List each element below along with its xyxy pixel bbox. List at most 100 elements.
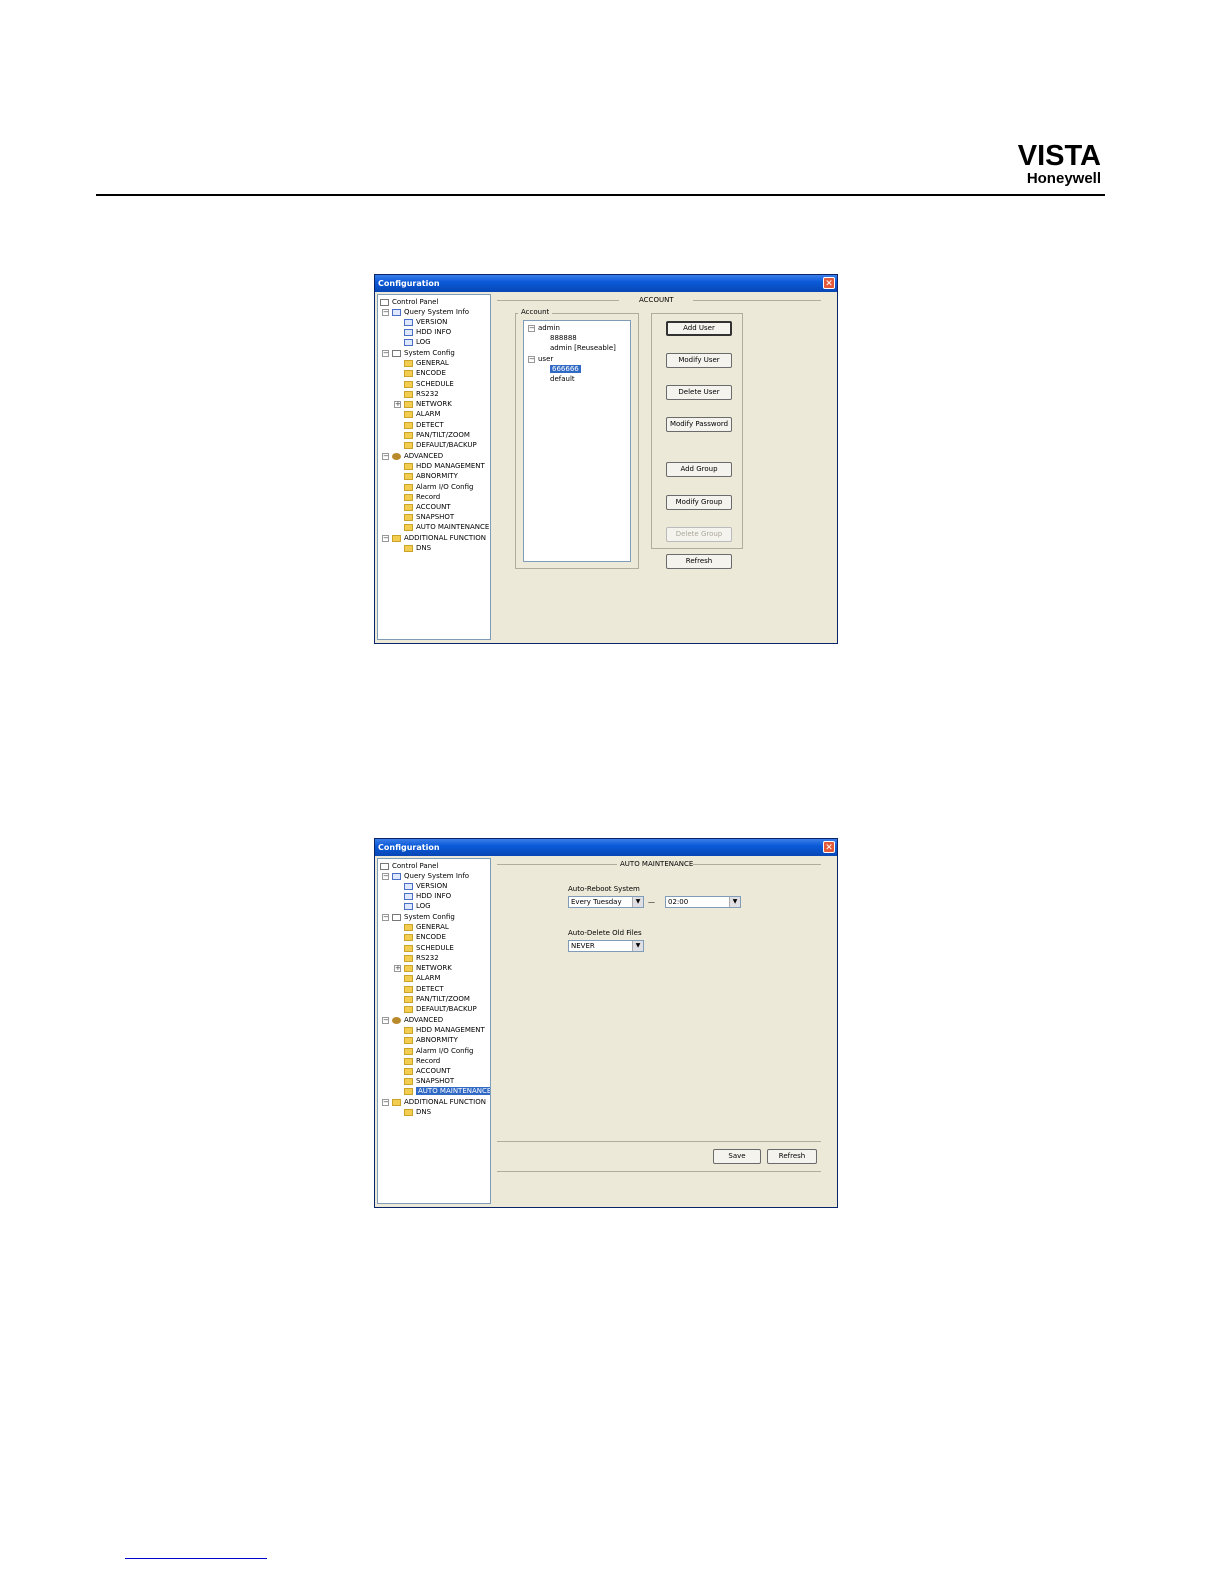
tree-rs232[interactable]: RS232 (404, 389, 439, 399)
tree-advanced[interactable]: ADVANCED (392, 451, 443, 461)
tree-log[interactable]: LOG (404, 901, 431, 911)
reboot-day-select[interactable]: Every Tuesday ▼ (568, 896, 644, 908)
folder-icon (404, 544, 413, 552)
tree-detect[interactable]: DETECT (404, 420, 444, 430)
refresh-button[interactable]: Refresh (767, 1149, 817, 1164)
tree-encode[interactable]: ENCODE (404, 932, 446, 942)
collapse-icon[interactable]: − (528, 325, 535, 332)
expand-icon[interactable]: + (394, 401, 401, 408)
footer-rule-top (497, 1141, 821, 1142)
account-user-666666[interactable]: 666666 (550, 364, 581, 374)
tree-account[interactable]: ACCOUNT (404, 1066, 451, 1076)
tree-alarm-io[interactable]: Alarm I/O Config (404, 482, 473, 492)
tree-advanced[interactable]: ADVANCED (392, 1015, 443, 1025)
account-list[interactable]: − admin 888888 admin [Reuseable] − user … (523, 320, 631, 562)
tree-hdd-info[interactable]: HDD INFO (404, 891, 451, 901)
folder-icon (404, 1108, 413, 1116)
vista-honeywell-logo: VISTA Honeywell (1018, 141, 1101, 187)
save-button[interactable]: Save (713, 1149, 761, 1164)
tree-version[interactable]: VERSION (404, 881, 447, 891)
expand-icon[interactable]: + (394, 965, 401, 972)
tree-control-panel[interactable]: Control Panel (380, 861, 438, 871)
tree-general[interactable]: GENERAL (404, 922, 449, 932)
tree-encode[interactable]: ENCODE (404, 368, 446, 378)
account-admin-reusable[interactable]: admin [Reuseable] (550, 343, 616, 353)
tools-icon (392, 349, 401, 357)
tree-system-config[interactable]: System Config (392, 912, 455, 922)
refresh-button[interactable]: Refresh (666, 554, 732, 569)
close-icon[interactable]: ✕ (823, 841, 835, 853)
tree-schedule[interactable]: SCHEDULE (404, 943, 454, 953)
tree-query-system-info[interactable]: Query System Info (392, 307, 469, 317)
folder-icon (404, 359, 413, 367)
account-admin-888888[interactable]: 888888 (550, 333, 577, 343)
tree-record[interactable]: Record (404, 1056, 440, 1066)
tree-additional-function[interactable]: ADDITIONAL FUNCTION (392, 533, 486, 543)
collapse-icon[interactable]: − (382, 1017, 389, 1024)
tree-default-backup[interactable]: DEFAULT/BACKUP (404, 440, 477, 450)
tree-snapshot[interactable]: SNAPSHOT (404, 1076, 454, 1086)
modify-user-button[interactable]: Modify User (666, 353, 732, 368)
collapse-icon[interactable]: − (382, 914, 389, 921)
collapse-icon[interactable]: − (382, 453, 389, 460)
tree-schedule[interactable]: SCHEDULE (404, 379, 454, 389)
collapse-icon[interactable]: − (528, 356, 535, 363)
config-window-auto-maintenance: Configuration ✕ Control Panel − Query Sy… (374, 838, 838, 1208)
tree-ptz[interactable]: PAN/TILT/ZOOM (404, 994, 470, 1004)
tree-additional-function[interactable]: ADDITIONAL FUNCTION (392, 1097, 486, 1107)
tree-record[interactable]: Record (404, 492, 440, 502)
tree-alarm-io[interactable]: Alarm I/O Config (404, 1046, 473, 1056)
tree-account[interactable]: ACCOUNT (404, 502, 451, 512)
collapse-icon[interactable]: − (382, 1099, 389, 1106)
tree-dns[interactable]: DNS (404, 1107, 431, 1117)
modify-group-button[interactable]: Modify Group (666, 495, 732, 510)
delete-user-button[interactable]: Delete User (666, 385, 732, 400)
folder-icon (404, 933, 413, 941)
tree-hdd-info[interactable]: HDD INFO (404, 327, 451, 337)
tree-dns[interactable]: DNS (404, 543, 431, 553)
folder-icon (404, 1047, 413, 1055)
tree-alarm[interactable]: ALARM (404, 409, 441, 419)
tree-abnormity[interactable]: ABNORMITY (404, 1035, 458, 1045)
tree-detect[interactable]: DETECT (404, 984, 444, 994)
auto-delete-select[interactable]: NEVER ▼ (568, 940, 644, 952)
tree-rs232[interactable]: RS232 (404, 953, 439, 963)
collapse-icon[interactable]: − (382, 873, 389, 880)
tree-snapshot[interactable]: SNAPSHOT (404, 512, 454, 522)
tree-query-system-info[interactable]: Query System Info (392, 871, 469, 881)
tree-alarm[interactable]: ALARM (404, 973, 441, 983)
tree-network[interactable]: NETWORK (404, 963, 452, 973)
account-admin[interactable]: admin (538, 323, 560, 333)
tree-abnormity[interactable]: ABNORMITY (404, 471, 458, 481)
modify-password-button[interactable]: Modify Password (666, 417, 732, 432)
control-panel-icon (380, 298, 389, 306)
info-icon (392, 308, 401, 316)
gear-icon (392, 1016, 401, 1024)
tree-system-config[interactable]: System Config (392, 348, 455, 358)
tree-version[interactable]: VERSION (404, 317, 447, 327)
collapse-icon[interactable]: − (382, 535, 389, 542)
add-group-button[interactable]: Add Group (666, 462, 732, 477)
tree-network[interactable]: NETWORK (404, 399, 452, 409)
folder-icon (404, 1036, 413, 1044)
account-user[interactable]: user (538, 354, 553, 364)
window-title: Configuration (378, 279, 440, 288)
auto-delete-label: Auto-Delete Old Files (568, 929, 642, 937)
tree-control-panel[interactable]: Control Panel (380, 297, 438, 307)
tree-hdd-management[interactable]: HDD MANAGEMENT (404, 461, 485, 471)
delete-group-button[interactable]: Delete Group (666, 527, 732, 542)
account-user-default[interactable]: default (550, 374, 575, 384)
tree-log[interactable]: LOG (404, 337, 431, 347)
tree-default-backup[interactable]: DEFAULT/BACKUP (404, 1004, 477, 1014)
collapse-icon[interactable]: − (382, 309, 389, 316)
close-icon[interactable]: ✕ (823, 277, 835, 289)
tree-ptz[interactable]: PAN/TILT/ZOOM (404, 430, 470, 440)
add-user-button[interactable]: Add User (666, 321, 732, 336)
collapse-icon[interactable]: − (382, 350, 389, 357)
window-title: Configuration (378, 843, 440, 852)
tree-general[interactable]: GENERAL (404, 358, 449, 368)
tree-hdd-management[interactable]: HDD MANAGEMENT (404, 1025, 485, 1035)
tree-auto-maintenance[interactable]: AUTO MAINTENANCE (404, 522, 489, 532)
reboot-time-select[interactable]: 02:00 ▼ (665, 896, 741, 908)
tree-auto-maintenance[interactable]: AUTO MAINTENANCE (404, 1086, 490, 1096)
